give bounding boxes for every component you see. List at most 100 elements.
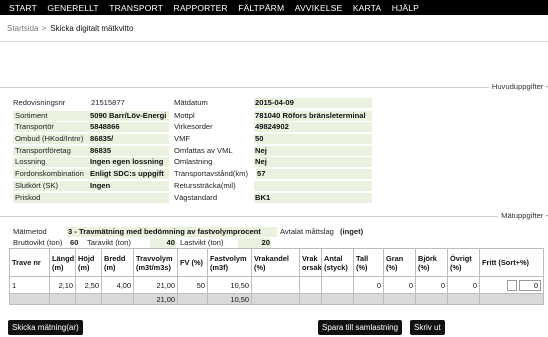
cell-tall[interactable]: 0	[353, 276, 384, 294]
sum-cell	[49, 293, 76, 305]
main-details-legend: Huvuduppgifter -	[488, 82, 548, 91]
field-label-sortiment: Sortiment	[13, 111, 89, 121]
nav-transport[interactable]: TRANSPORT	[109, 3, 163, 13]
col-header-bjork: Björk (%)	[415, 248, 448, 277]
fritt-percent-input[interactable]: 0	[519, 279, 541, 291]
sum-cell	[299, 293, 322, 305]
measure-details-legend: Mätuppgifter -	[498, 211, 548, 220]
field-value-vmf: 50	[254, 134, 372, 144]
nav-faltparm[interactable]: FÄLTPÄRM	[238, 3, 284, 13]
cell-antal[interactable]	[321, 276, 354, 294]
gross-weight-value: 60	[70, 238, 79, 247]
field-label-virkesorder: Virkesorder	[174, 122, 213, 131]
nav-avvikelse[interactable]: AVVIKELSE	[295, 3, 343, 13]
field-label-transportforetag: Transportföretag	[13, 146, 89, 156]
cell-gran[interactable]: 0	[383, 276, 416, 294]
col-header-tall: Tall (%)	[353, 248, 384, 277]
field-value-transportavstand: 57	[256, 169, 372, 179]
field-label-ombud: Ombud (HKod/Intnr)	[13, 134, 89, 144]
field-label-mottpl: Mottpl	[174, 111, 195, 120]
field-label-transportor: Transportör	[13, 122, 89, 132]
field-value-ombud: 86835/	[89, 134, 169, 144]
agreed-measure-value: (inget)	[340, 227, 364, 236]
field-value-mottpl: 781040 Röfors bränsleterminal	[254, 111, 372, 121]
breadcrumb-separator: >	[41, 23, 47, 33]
sum-cell	[101, 293, 134, 305]
sum-cell	[447, 293, 480, 305]
cell-bredd[interactable]: 4,00	[101, 276, 134, 294]
col-header-trave-nr: Trave nr	[9, 248, 50, 277]
measure-method-label: Mätmetod	[13, 227, 47, 236]
field-label-lossning: Lossning	[13, 157, 89, 167]
cell-travvolym: 21,00	[133, 276, 178, 294]
col-header-fastvolym: Fastvolym (m3f)	[207, 248, 252, 277]
cell-bjork[interactable]: 0	[415, 276, 448, 294]
nav-generellt[interactable]: GENERELLT	[47, 3, 98, 13]
sum-cell	[177, 293, 208, 305]
nav-hjalp[interactable]: HJÄLP	[392, 3, 419, 13]
cell-trave-nr[interactable]: 1	[9, 276, 50, 294]
send-measurements-button[interactable]: Skicka mätning(ar)	[8, 320, 83, 335]
section-divider	[0, 216, 498, 217]
load-weight-value: 20	[238, 238, 271, 248]
tare-weight-label: Taravikt (ton)	[87, 238, 131, 247]
sum-cell	[321, 293, 354, 305]
field-value-transportor: 5848866	[89, 122, 169, 132]
field-label-priskod: Priskod	[13, 193, 89, 203]
cell-fritt: 0	[479, 276, 544, 294]
col-header-antal: Antal (styck)	[321, 248, 354, 277]
field-label-slutkort: Slutkört (SK)	[13, 181, 89, 191]
field-value-transportforetag: 86835	[89, 146, 169, 156]
agreed-measure-label: Avtalat måttslag	[280, 227, 334, 236]
sum-cell	[353, 293, 384, 305]
col-header-fritt: Fritt (Sort+%)	[479, 248, 544, 277]
field-value-redovisningsnr: 21515877	[91, 98, 125, 107]
field-value-matdatum: 2015-04-09	[254, 98, 372, 108]
field-label-vmf: VMF	[174, 134, 191, 143]
table-sum-row: 21,00 10,50	[9, 293, 544, 305]
field-label-returstracka: Returssträcka(mil)	[174, 181, 236, 190]
col-header-hojd: Höjd (m)	[75, 248, 102, 277]
page-title: Skicka digitalt mätkvitto	[50, 23, 134, 33]
tare-weight-value: 40	[150, 238, 176, 248]
field-value-returstracka	[254, 181, 372, 191]
nav-karta[interactable]: KARTA	[353, 3, 381, 13]
measure-details-section-header: Mätuppgifter -	[0, 211, 548, 221]
save-to-coloading-button[interactable]: Spara till samlastning	[318, 320, 403, 335]
cell-vrakandel[interactable]	[251, 276, 300, 294]
section-divider	[0, 87, 490, 88]
col-header-fv: FV (%)	[177, 248, 208, 277]
field-value-priskod	[89, 193, 169, 203]
field-label-fordonskombination: Fordonskombination	[13, 169, 89, 179]
field-value-slutkort: Ingen	[89, 181, 169, 191]
field-value-omlastning: Nej	[254, 157, 372, 167]
field-label-matdatum: Mätdatum	[174, 98, 208, 107]
cell-langd[interactable]: 2,10	[49, 276, 76, 294]
cell-hojd[interactable]: 2,50	[75, 276, 102, 294]
table-header-row: Trave nr Längd (m) Höjd (m) Bredd (m) Tr…	[9, 248, 544, 277]
cell-fv[interactable]: 50	[177, 276, 208, 294]
col-header-ovrigt: Övrigt (%)	[447, 248, 480, 277]
breadcrumb: Startsida > Skicka digitalt mätkvitto	[0, 15, 548, 42]
gross-weight-label: Bruttovikt (ton)	[13, 238, 63, 247]
sum-cell	[479, 293, 544, 305]
field-value-virkesorder: 49824902	[254, 122, 372, 132]
col-header-travvolym: Travvolym (m3t/m3s)	[133, 248, 178, 277]
print-button[interactable]: Skriv ut	[410, 320, 445, 335]
breadcrumb-home-link[interactable]: Startsida	[7, 24, 39, 33]
sum-cell	[383, 293, 416, 305]
nav-start[interactable]: START	[9, 3, 37, 13]
cell-vrak-orsak[interactable]	[299, 276, 322, 294]
col-header-bredd: Bredd (m)	[101, 248, 134, 277]
field-value-lossning: Ingen egen lossning	[89, 157, 169, 167]
sum-travvolym: 21,00	[133, 293, 178, 305]
field-label-omlastning: Omlastning	[174, 157, 213, 166]
fritt-sort-input[interactable]	[506, 279, 517, 291]
col-header-langd: Längd (m)	[49, 248, 76, 277]
sum-fastvolym: 10,50	[207, 293, 252, 305]
measure-method-value: 3 - Travmätning med bedömning av fastvol…	[67, 227, 277, 237]
nav-rapporter[interactable]: RAPPORTER	[174, 3, 228, 13]
field-label-transportavstand: Transportavstånd(km)	[174, 169, 248, 178]
cell-ovrigt[interactable]: 0	[447, 276, 480, 294]
load-weight-label: Lastvikt (ton)	[180, 238, 224, 247]
